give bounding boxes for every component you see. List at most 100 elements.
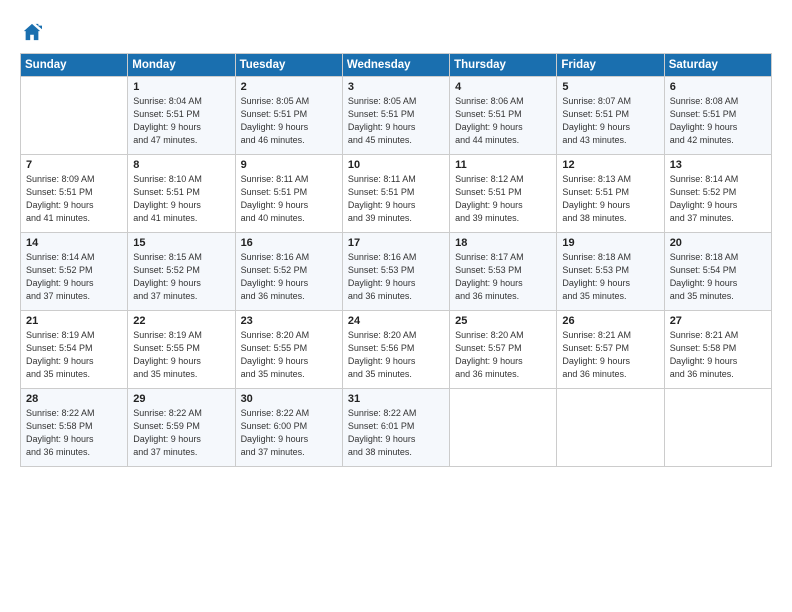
calendar-cell: 31Sunrise: 8:22 AM Sunset: 6:01 PM Dayli… [342,389,449,467]
day-info: Sunrise: 8:06 AM Sunset: 5:51 PM Dayligh… [455,95,551,147]
day-info: Sunrise: 8:04 AM Sunset: 5:51 PM Dayligh… [133,95,229,147]
col-header-friday: Friday [557,54,664,77]
day-number: 19 [562,237,658,249]
day-number: 13 [670,159,766,171]
day-number: 21 [26,315,122,327]
day-info: Sunrise: 8:07 AM Sunset: 5:51 PM Dayligh… [562,95,658,147]
day-number: 20 [670,237,766,249]
col-header-monday: Monday [128,54,235,77]
calendar-cell: 8 Sunrise: 8:10 AM Sunset: 5:51 PM Daylig… [128,155,235,233]
day-info: Sunrise: 8:17 AM Sunset: 5:53 PM Dayligh… [455,251,551,303]
day-info: Sunrise: 8:05 AM Sunset: 5:51 PM Dayligh… [348,95,444,147]
day-info: Sunrise: 8:20 AM Sunset: 5:56 PM Dayligh… [348,329,444,381]
calendar-cell: 26Sunrise: 8:21 AM Sunset: 5:57 PM Dayli… [557,311,664,389]
calendar-cell: 10Sunrise: 8:11 AM Sunset: 5:51 PM Dayli… [342,155,449,233]
day-info: Sunrise: 8:21 AM Sunset: 5:58 PM Dayligh… [670,329,766,381]
day-info: Sunrise: 8:15 AM Sunset: 5:52 PM Dayligh… [133,251,229,303]
day-info: Sunrise: 8:05 AM Sunset: 5:51 PM Dayligh… [241,95,337,147]
week-row-3: 14 Sunrise: 8:14 AM Sunset: 5:52 PM Dayli… [21,233,772,311]
day-number: 12 [562,159,658,171]
calendar-cell: 22Sunrise: 8:19 AM Sunset: 5:55 PM Dayli… [128,311,235,389]
col-header-tuesday: Tuesday [235,54,342,77]
day-number: 16 [241,237,337,249]
day-number: 6 [670,81,766,93]
day-info: Sunrise: 8:22 AM Sunset: 6:00 PM Dayligh… [241,407,337,459]
calendar-cell: 24 Sunrise: 8:20 AM Sunset: 5:56 PM Dayli… [342,311,449,389]
day-info: Sunrise: 8:16 AM Sunset: 5:52 PM Dayligh… [241,251,337,303]
day-info: Sunrise: 8:18 AM Sunset: 5:53 PM Dayligh… [562,251,658,303]
day-info: Sunrise: 8:13 AM Sunset: 5:51 PM Dayligh… [562,173,658,225]
calendar-cell: 28 Sunrise: 8:22 AM Sunset: 5:58 PM Dayli… [21,389,128,467]
day-number: 1 [133,81,229,93]
calendar-cell: 5 Sunrise: 8:07 AM Sunset: 5:51 PM Daylig… [557,77,664,155]
day-info: Sunrise: 8:19 AM Sunset: 5:54 PM Dayligh… [26,329,122,381]
day-number: 15 [133,237,229,249]
day-info: Sunrise: 8:14 AM Sunset: 5:52 PM Dayligh… [26,251,122,303]
day-number: 28 [26,393,122,405]
week-row-1: 1 Sunrise: 8:04 AM Sunset: 5:51 PM Daylig… [21,77,772,155]
day-info: Sunrise: 8:10 AM Sunset: 5:51 PM Dayligh… [133,173,229,225]
day-info: Sunrise: 8:20 AM Sunset: 5:55 PM Dayligh… [241,329,337,381]
calendar-cell: 1 Sunrise: 8:04 AM Sunset: 5:51 PM Daylig… [128,77,235,155]
calendar-cell: 9 Sunrise: 8:11 AM Sunset: 5:51 PM Daylig… [235,155,342,233]
calendar-cell: 15 Sunrise: 8:15 AM Sunset: 5:52 PM Dayli… [128,233,235,311]
calendar-cell: 6Sunrise: 8:08 AM Sunset: 5:51 PM Daylig… [664,77,771,155]
day-number: 3 [348,81,444,93]
day-info: Sunrise: 8:20 AM Sunset: 5:57 PM Dayligh… [455,329,551,381]
day-number: 26 [562,315,658,327]
day-number: 24 [348,315,444,327]
calendar-page: SundayMondayTuesdayWednesdayThursdayFrid… [0,0,792,612]
day-info: Sunrise: 8:19 AM Sunset: 5:55 PM Dayligh… [133,329,229,381]
calendar-cell [450,389,557,467]
calendar-cell: 7Sunrise: 8:09 AM Sunset: 5:51 PM Daylig… [21,155,128,233]
day-number: 25 [455,315,551,327]
day-number: 31 [348,393,444,405]
calendar-cell: 11 Sunrise: 8:12 AM Sunset: 5:51 PM Dayli… [450,155,557,233]
calendar-cell: 18 Sunrise: 8:17 AM Sunset: 5:53 PM Dayli… [450,233,557,311]
day-info: Sunrise: 8:11 AM Sunset: 5:51 PM Dayligh… [241,173,337,225]
header-row: SundayMondayTuesdayWednesdayThursdayFrid… [21,54,772,77]
day-number: 4 [455,81,551,93]
week-row-5: 28 Sunrise: 8:22 AM Sunset: 5:58 PM Dayli… [21,389,772,467]
calendar-table: SundayMondayTuesdayWednesdayThursdayFrid… [20,53,772,467]
day-number: 18 [455,237,551,249]
day-info: Sunrise: 8:09 AM Sunset: 5:51 PM Dayligh… [26,173,122,225]
day-number: 29 [133,393,229,405]
calendar-cell: 16 Sunrise: 8:16 AM Sunset: 5:52 PM Dayli… [235,233,342,311]
logo [20,22,42,47]
calendar-cell: 14 Sunrise: 8:14 AM Sunset: 5:52 PM Dayli… [21,233,128,311]
day-number: 2 [241,81,337,93]
calendar-cell [21,77,128,155]
day-info: Sunrise: 8:18 AM Sunset: 5:54 PM Dayligh… [670,251,766,303]
calendar-cell: 3 Sunrise: 8:05 AM Sunset: 5:51 PM Daylig… [342,77,449,155]
week-row-4: 21 Sunrise: 8:19 AM Sunset: 5:54 PM Dayli… [21,311,772,389]
calendar-cell: 13 Sunrise: 8:14 AM Sunset: 5:52 PM Dayli… [664,155,771,233]
day-number: 23 [241,315,337,327]
day-number: 5 [562,81,658,93]
day-number: 9 [241,159,337,171]
day-info: Sunrise: 8:14 AM Sunset: 5:52 PM Dayligh… [670,173,766,225]
day-number: 27 [670,315,766,327]
calendar-cell [664,389,771,467]
day-number: 30 [241,393,337,405]
day-number: 8 [133,159,229,171]
calendar-cell: 2 Sunrise: 8:05 AM Sunset: 5:51 PM Daylig… [235,77,342,155]
calendar-cell: 21 Sunrise: 8:19 AM Sunset: 5:54 PM Dayli… [21,311,128,389]
day-number: 17 [348,237,444,249]
day-info: Sunrise: 8:16 AM Sunset: 5:53 PM Dayligh… [348,251,444,303]
day-number: 14 [26,237,122,249]
calendar-cell: 12 Sunrise: 8:13 AM Sunset: 5:51 PM Dayli… [557,155,664,233]
page-header [20,18,772,47]
calendar-cell: 17 Sunrise: 8:16 AM Sunset: 5:53 PM Dayli… [342,233,449,311]
logo-icon [22,22,42,42]
day-info: Sunrise: 8:22 AM Sunset: 5:59 PM Dayligh… [133,407,229,459]
calendar-cell: 29 Sunrise: 8:22 AM Sunset: 5:59 PM Dayli… [128,389,235,467]
day-info: Sunrise: 8:22 AM Sunset: 5:58 PM Dayligh… [26,407,122,459]
day-info: Sunrise: 8:12 AM Sunset: 5:51 PM Dayligh… [455,173,551,225]
calendar-cell: 27 Sunrise: 8:21 AM Sunset: 5:58 PM Dayli… [664,311,771,389]
col-header-wednesday: Wednesday [342,54,449,77]
day-number: 11 [455,159,551,171]
calendar-cell: 30 Sunrise: 8:22 AM Sunset: 6:00 PM Dayli… [235,389,342,467]
week-row-2: 7Sunrise: 8:09 AM Sunset: 5:51 PM Daylig… [21,155,772,233]
calendar-cell: 19 Sunrise: 8:18 AM Sunset: 5:53 PM Dayli… [557,233,664,311]
